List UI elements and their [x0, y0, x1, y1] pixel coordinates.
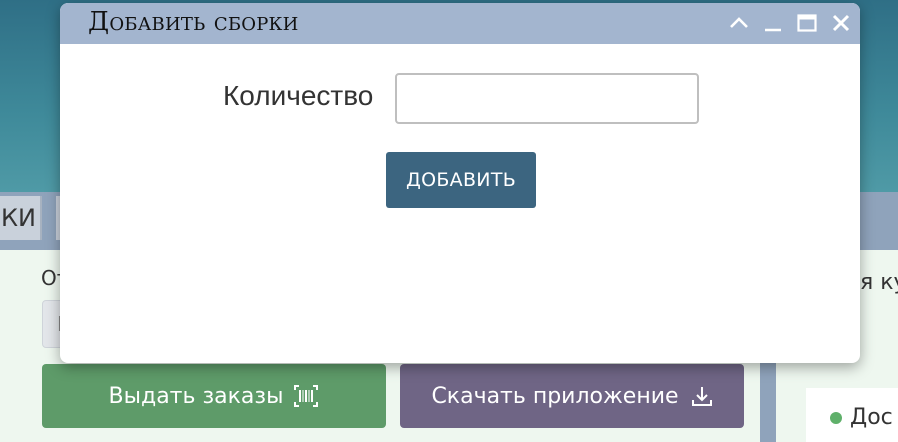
download-app-label: Скачать приложение [431, 383, 679, 409]
issue-orders-button[interactable]: Выдать заказы [42, 364, 386, 428]
quantity-label: Количество [223, 80, 374, 111]
issue-orders-label: Выдать заказы [108, 383, 284, 409]
collapse-icon[interactable] [728, 11, 750, 35]
status-indicator: Дос [830, 405, 893, 430]
maximize-icon[interactable] [796, 11, 818, 35]
tab-1-label: КИ [1, 204, 36, 232]
status-text: Дос [850, 405, 893, 430]
right-panel-label: я ку [860, 270, 898, 295]
add-button[interactable]: ДОБАВИТЬ [386, 152, 536, 208]
window-controls [728, 11, 852, 35]
download-icon [691, 384, 713, 408]
download-app-button[interactable]: Скачать приложение [400, 364, 744, 428]
tab-1[interactable]: КИ [0, 196, 42, 240]
status-dot-icon [830, 411, 842, 424]
quantity-input[interactable] [395, 73, 699, 124]
barcode-icon [293, 384, 319, 408]
dialog-titlebar[interactable]: Добавить сборки [60, 3, 860, 44]
close-icon[interactable] [830, 11, 852, 35]
minimize-icon[interactable] [762, 11, 784, 35]
add-assemblies-dialog: Добавить сборки Количество ДОБАВИТЬ [60, 3, 860, 363]
dialog-title: Добавить сборки [88, 7, 299, 37]
